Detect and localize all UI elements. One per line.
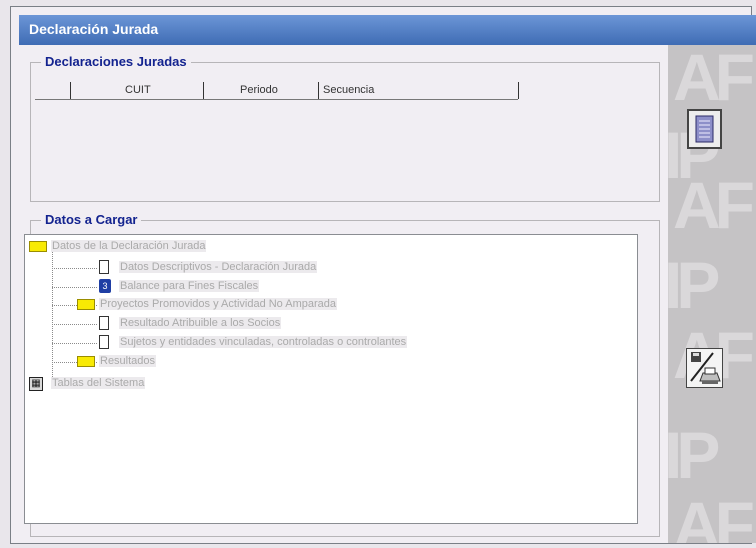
- tree-connector: [52, 287, 97, 288]
- tree-item-label: Sujetos y entidades vinculadas, controla…: [119, 336, 408, 348]
- tree-item-label: Proyectos Promovidos y Actividad No Ampa…: [99, 298, 338, 310]
- column-header-cuit-label: CUIT: [125, 84, 151, 96]
- book-icon: 3: [99, 279, 111, 293]
- tree-item-label: Balance para Fines Fiscales: [119, 280, 260, 292]
- document-icon: [99, 316, 109, 330]
- side-toolbar: AF IP AF IP AF IP AF: [668, 45, 756, 543]
- save-print-icon: [690, 352, 721, 384]
- folder-icon: [29, 241, 47, 252]
- afip-watermark-logo: AF: [673, 45, 755, 114]
- column-header-cuit[interactable]: CUIT: [70, 82, 203, 99]
- folder-icon: [77, 299, 95, 310]
- tree-item-label: Datos de la Declaración Jurada: [51, 240, 207, 252]
- calculator-icon: ▦: [29, 377, 43, 391]
- header-end-divider: [518, 82, 519, 99]
- tree-item-label: Resultado Atribuible a los Socios: [119, 317, 282, 329]
- datos-legend: Datos a Cargar: [41, 212, 142, 227]
- column-header-secuencia-label: Secuencia: [323, 84, 375, 96]
- folder-icon: [77, 356, 95, 367]
- column-header-periodo[interactable]: Periodo: [203, 82, 319, 99]
- window-title: Declaración Jurada: [29, 21, 159, 37]
- document-list-icon: [695, 115, 714, 143]
- tree-item-label: Tablas del Sistema: [51, 377, 146, 389]
- document-list-button[interactable]: [687, 109, 722, 149]
- window-titlebar: Declaración Jurada: [19, 15, 756, 45]
- column-header-secuencia[interactable]: Secuencia: [318, 82, 519, 99]
- declaraciones-group: Declaraciones Juradas CUIT Periodo Secue…: [30, 54, 660, 202]
- afip-watermark-logo: AF: [673, 168, 755, 242]
- tree-item-label: Datos Descriptivos - Declaración Jurada: [119, 261, 318, 273]
- tree-connector: [52, 251, 53, 379]
- declaraciones-list-header: CUIT Periodo Secuencia: [35, 82, 519, 100]
- column-header-periodo-label: Periodo: [240, 84, 278, 96]
- afip-watermark-logo: IP: [668, 418, 720, 492]
- tree-connector: [52, 268, 97, 269]
- afip-watermark-logo: IP: [668, 248, 720, 322]
- datos-tree-view[interactable]: Datos de la Declaración Jurada Datos Des…: [24, 234, 638, 524]
- document-icon: [99, 260, 109, 274]
- document-icon: [99, 335, 109, 349]
- afip-watermark-logo: AF: [673, 488, 755, 543]
- declaraciones-legend: Declaraciones Juradas: [41, 54, 191, 69]
- tree-connector: [52, 324, 97, 325]
- tree-connector: [52, 343, 97, 344]
- save-print-button[interactable]: [686, 348, 723, 388]
- tree-item-label: Resultados: [99, 355, 157, 367]
